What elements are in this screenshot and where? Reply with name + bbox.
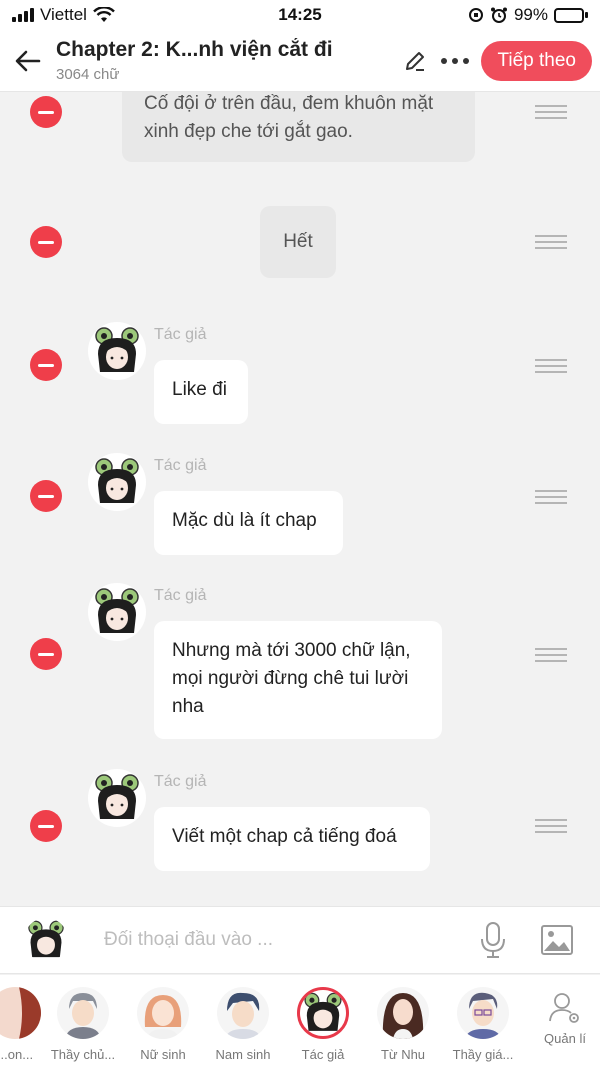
more-button[interactable] xyxy=(435,30,475,92)
message-text: Like đi xyxy=(172,379,227,400)
author-name: Tác giả xyxy=(154,587,207,604)
image-icon xyxy=(541,925,573,955)
insert-image-button[interactable] xyxy=(534,917,580,963)
delete-button[interactable] xyxy=(30,96,62,128)
chapter-title: Chapter 2: K...nh viện cắt đi xyxy=(56,38,333,61)
author-avatar[interactable] xyxy=(88,453,146,511)
dialogue-input-bar xyxy=(0,906,600,974)
narration-bubble[interactable]: Hết xyxy=(260,206,336,278)
author-avatar[interactable] xyxy=(88,322,146,380)
author-name: Tác giả xyxy=(154,773,207,790)
status-bar: Viettel 14:25 99% xyxy=(0,0,600,30)
character-label: Nam sinh xyxy=(215,1047,271,1062)
drag-handle-icon[interactable] xyxy=(535,490,567,504)
delete-button[interactable] xyxy=(30,480,62,512)
author-name: Tác giả xyxy=(154,326,207,343)
battery-icon xyxy=(554,7,588,23)
narration-text-line: xinh đẹp che tới gắt gao. xyxy=(144,121,353,142)
rotation-lock-icon xyxy=(468,8,483,22)
carrier-name: Viettel xyxy=(40,5,87,24)
delete-button[interactable] xyxy=(30,810,62,842)
teacher-glasses-avatar-icon xyxy=(457,987,509,1039)
author-avatar[interactable] xyxy=(88,769,146,827)
drag-handle-icon[interactable] xyxy=(535,819,567,833)
frog-hat-avatar-icon xyxy=(95,458,139,503)
character-item[interactable]: Từ Nhu xyxy=(363,987,443,1062)
alarm-icon xyxy=(490,7,507,23)
character-item[interactable]: Nữ sinh xyxy=(123,987,203,1062)
narration-text: Hết xyxy=(283,231,313,252)
frog-hat-avatar-icon xyxy=(95,327,139,372)
clock: 14:25 xyxy=(278,5,322,24)
manage-characters-button[interactable]: Quản lí xyxy=(530,991,600,1046)
schoolgirl-avatar-icon xyxy=(137,987,189,1039)
character-item[interactable]: Thầy giá... xyxy=(443,987,523,1062)
drag-handle-icon[interactable] xyxy=(535,359,567,373)
status-left: Viettel xyxy=(12,5,115,25)
delete-button[interactable] xyxy=(30,226,62,258)
back-button[interactable] xyxy=(0,30,56,92)
delete-button[interactable] xyxy=(30,638,62,670)
teacher-male-avatar-icon xyxy=(57,987,109,1039)
back-arrow-icon xyxy=(15,50,41,71)
voice-input-button[interactable] xyxy=(470,917,516,963)
message-bubble[interactable]: Like đi xyxy=(154,360,248,424)
character-item[interactable]: Thầy chủ... xyxy=(43,987,123,1062)
character-label: Tác giả xyxy=(301,1047,345,1062)
message-list[interactable]: Cố đội ở trên đầu, đem khuôn mặt xinh đẹ… xyxy=(0,92,600,906)
character-item[interactable]: Nam sinh xyxy=(203,987,283,1062)
character-label: Nữ sinh xyxy=(140,1047,186,1062)
message-text-line: Nhưng mà tới 3000 chữ lận, xyxy=(172,640,411,661)
edit-button[interactable] xyxy=(395,30,435,92)
chapter-header: Chapter 2: K...nh viện cắt đi 3064 chữ T… xyxy=(0,30,600,92)
more-dots-icon xyxy=(441,57,470,64)
dialogue-input[interactable] xyxy=(104,929,470,951)
character-label: Thầy chủ... xyxy=(50,1047,116,1062)
schoolboy-avatar-icon xyxy=(217,987,269,1039)
character-selector: ...on... Thầy chủ... Nữ sinh Nam sinh Tá… xyxy=(0,975,600,1067)
character-label: Từ Nhu xyxy=(380,1047,426,1062)
message-text-line: nha xyxy=(172,696,204,717)
microphone-icon xyxy=(481,922,505,958)
message-bubble[interactable]: Nhưng mà tới 3000 chữ lận, mọi người đừn… xyxy=(154,621,442,739)
frog-hat-avatar-icon xyxy=(95,774,139,819)
author-frog-avatar-icon xyxy=(297,987,349,1039)
drag-handle-icon[interactable] xyxy=(535,105,567,119)
character-label: ...on... xyxy=(0,1047,34,1062)
frog-hat-avatar-icon xyxy=(95,588,139,633)
word-count: 3064 chữ xyxy=(56,66,120,83)
narration-text-line: Cố đội ở trên đầu, đem khuôn mặt xyxy=(144,93,434,114)
narration-bubble[interactable]: Cố đội ở trên đầu, đem khuôn mặt xinh đẹ… xyxy=(122,92,475,162)
frog-hat-avatar-icon xyxy=(28,920,64,958)
message-bubble[interactable]: Viết một chap cả tiếng đoá xyxy=(154,807,430,871)
message-text-line: mọi người đừng chê tui lười xyxy=(172,668,409,689)
drag-handle-icon[interactable] xyxy=(535,235,567,249)
speaker-avatar[interactable] xyxy=(24,918,68,962)
status-right: 99% xyxy=(468,5,588,25)
drag-handle-icon[interactable] xyxy=(535,648,567,662)
delete-button[interactable] xyxy=(30,349,62,381)
battery-percent: 99% xyxy=(513,5,548,24)
title-block: Chapter 2: K...nh viện cắt đi 3064 chữ xyxy=(56,38,395,83)
character-label: Thầy giá... xyxy=(452,1047,514,1062)
character-partial-avatar-icon xyxy=(0,987,41,1039)
author-name: Tác giả xyxy=(154,457,207,474)
author-avatar[interactable] xyxy=(88,583,146,641)
next-chapter-button[interactable]: Tiếp theo xyxy=(481,40,592,81)
pencil-icon xyxy=(406,51,425,71)
message-text: Mặc dù là ít chap xyxy=(172,510,317,531)
message-text: Viết một chap cả tiếng đoá xyxy=(172,826,397,847)
wifi-icon xyxy=(93,7,115,22)
tu-nhu-avatar-icon xyxy=(377,987,429,1039)
message-bubble[interactable]: Mặc dù là ít chap xyxy=(154,491,343,555)
character-item-selected[interactable]: Tác giả xyxy=(283,987,363,1062)
signal-icon xyxy=(12,8,34,22)
user-settings-icon xyxy=(549,993,579,1023)
manage-label: Quản lí xyxy=(544,1031,586,1046)
